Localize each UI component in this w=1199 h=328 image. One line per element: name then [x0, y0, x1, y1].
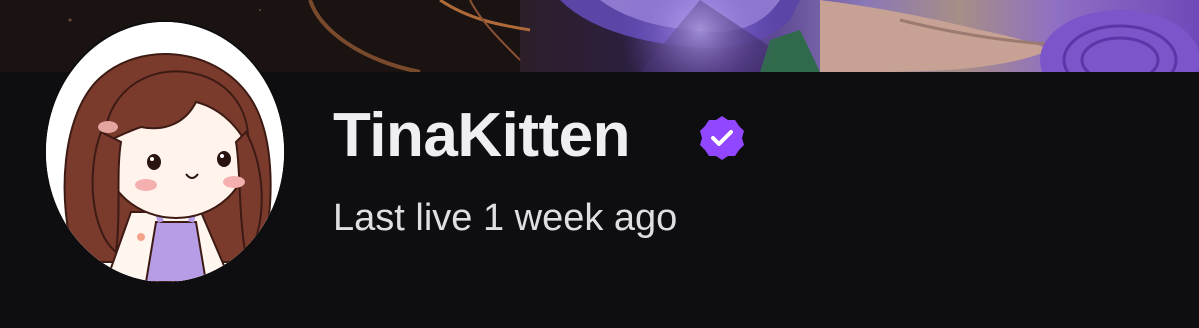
channel-page: TinaKitten Last live 1 week ago	[0, 0, 1199, 328]
live-status-text: Last live 1 week ago	[333, 197, 678, 239]
cartoon-girl-avatar-icon	[46, 22, 284, 282]
channel-name[interactable]: TinaKitten	[333, 105, 630, 167]
channel-avatar[interactable]	[46, 22, 284, 282]
verified-badge-icon	[698, 114, 746, 162]
